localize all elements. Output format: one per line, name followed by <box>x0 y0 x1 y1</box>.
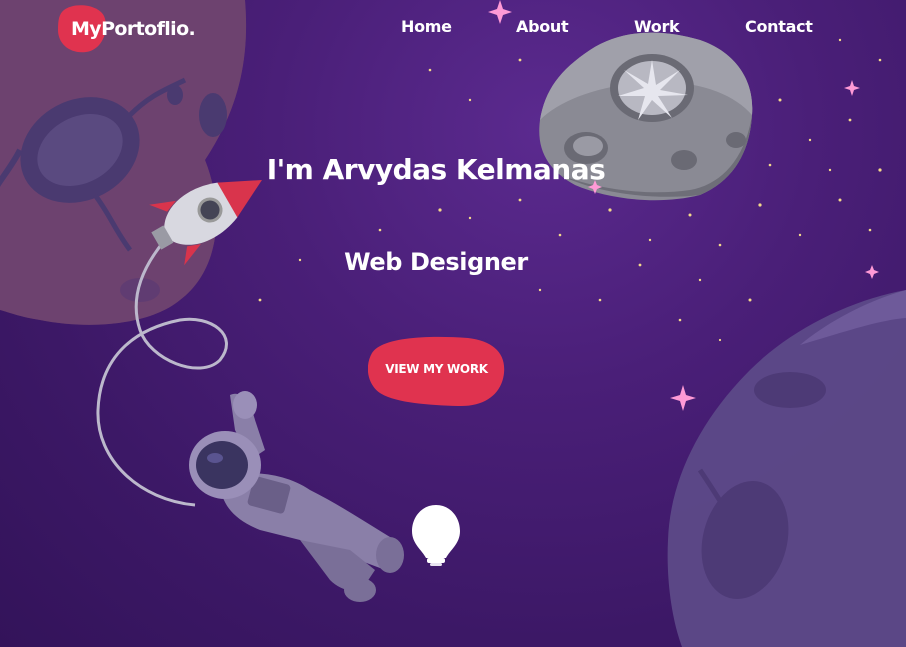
hero-title: I'm Arvydas Kelmanas <box>266 153 606 186</box>
cta-label: VIEW MY WORK <box>385 362 488 376</box>
hero-subtitle: Web Designer <box>344 248 528 276</box>
planet-icon <box>667 290 906 647</box>
nav-about[interactable]: About <box>516 17 569 36</box>
nav-work[interactable]: Work <box>634 17 680 36</box>
nav-contact[interactable]: Contact <box>745 17 813 36</box>
main-nav: Home About Work Contact <box>0 17 906 41</box>
view-my-work-button[interactable]: VIEW MY WORK <box>368 335 505 407</box>
space-background <box>0 0 906 647</box>
lightbulb-icon <box>412 505 460 566</box>
astronaut-icon <box>189 391 404 602</box>
nav-home[interactable]: Home <box>401 17 452 36</box>
